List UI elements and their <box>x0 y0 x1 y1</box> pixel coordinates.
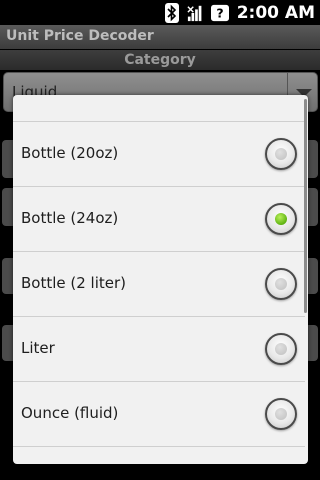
radio-dot-icon <box>275 213 287 225</box>
list-item[interactable] <box>13 95 305 122</box>
list-item[interactable]: Ounce (fluid) <box>13 382 305 447</box>
unit-option-label: Bottle (24oz) <box>21 209 119 227</box>
status-clock: 2:00 AM <box>236 2 315 23</box>
unit-picker-dialog: Bottle (20oz) Bottle (24oz) Bottle (2 li… <box>13 95 308 464</box>
unit-option-label: Liter <box>21 339 55 357</box>
unit-option-list[interactable]: Bottle (20oz) Bottle (24oz) Bottle (2 li… <box>13 95 308 464</box>
category-label: Category <box>0 50 320 70</box>
unknown-glyph: ? <box>216 5 223 20</box>
radio-button[interactable] <box>265 398 297 430</box>
list-item[interactable]: Liter <box>13 317 305 382</box>
app-title: Unit Price Decoder <box>6 28 154 44</box>
radio-button-checked[interactable] <box>265 203 297 235</box>
list-item[interactable]: Bottle (24oz) <box>13 187 305 252</box>
unit-option-label: Bottle (20oz) <box>21 144 119 162</box>
radio-dot-icon <box>275 408 287 420</box>
radio-button[interactable] <box>265 138 297 170</box>
unit-option-label: Bottle (2 liter) <box>21 274 127 292</box>
bluetooth-icon <box>163 2 181 23</box>
radio-button[interactable] <box>265 268 297 300</box>
radio-button[interactable] <box>265 333 297 365</box>
list-item[interactable]: Bottle (2 liter) <box>13 252 305 317</box>
status-icons: ? 2:00 AM <box>163 0 320 25</box>
unknown-status-icon: ? <box>210 3 229 23</box>
app-title-bar: Unit Price Decoder <box>0 25 320 49</box>
radio-dot-icon <box>275 278 287 290</box>
unit-option-label: Ounce (fluid) <box>21 404 119 422</box>
scrollbar[interactable] <box>304 99 307 313</box>
status-bar: ? 2:00 AM <box>0 0 320 25</box>
radio-dot-icon <box>275 343 287 355</box>
list-item[interactable]: Bottle (20oz) <box>13 122 305 187</box>
signal-icon <box>187 3 205 23</box>
radio-dot-icon <box>275 148 287 160</box>
